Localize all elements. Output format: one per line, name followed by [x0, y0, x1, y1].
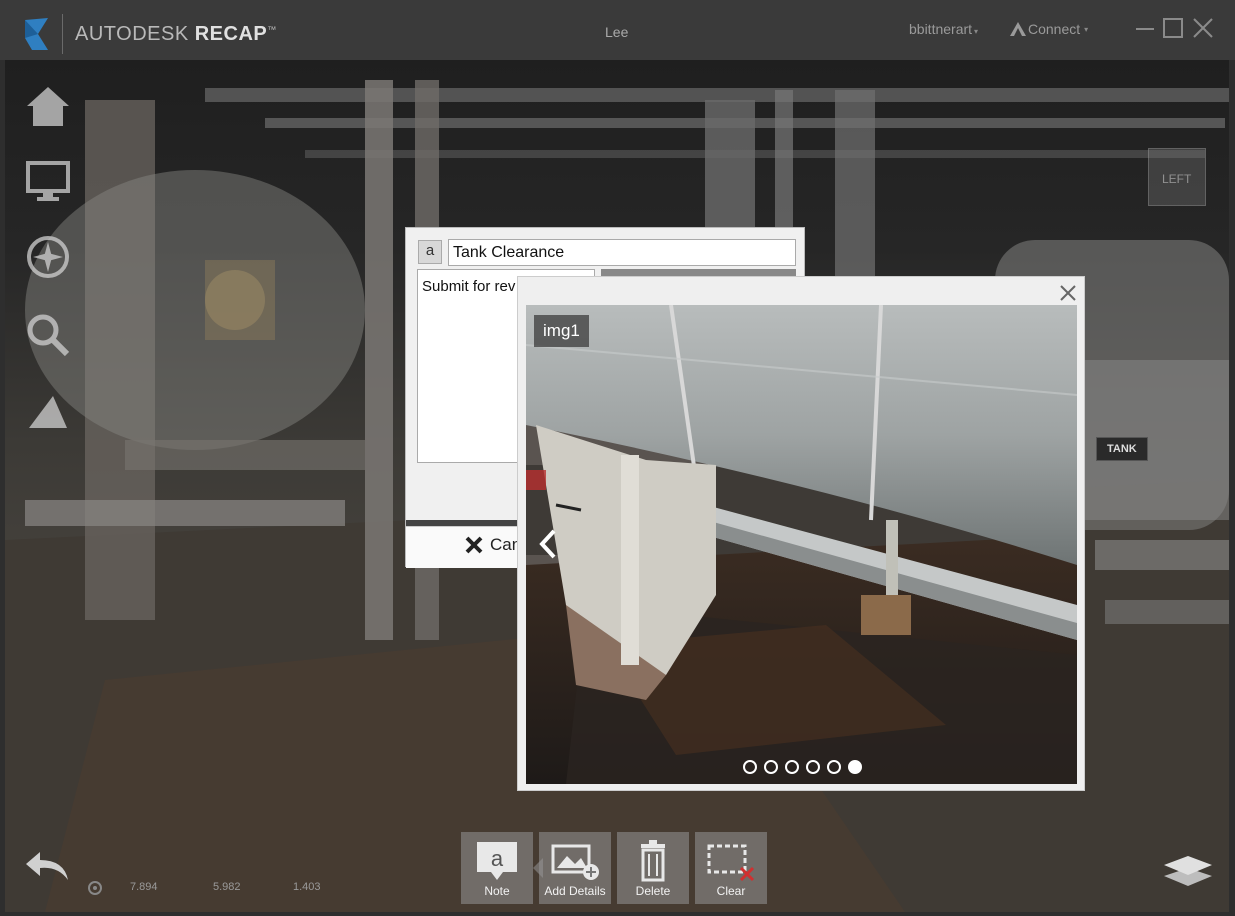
scene-tag-label[interactable]: TANK	[1096, 437, 1148, 461]
image-pager-dots	[743, 760, 862, 774]
user-menu[interactable]: bbittnerart ▾	[909, 21, 978, 37]
brand-tm: ™	[267, 23, 277, 34]
pager-dot[interactable]	[827, 760, 841, 774]
view-cube[interactable]: LEFT	[1148, 148, 1206, 206]
search-icon[interactable]	[23, 310, 73, 360]
pager-dot[interactable]	[785, 760, 799, 774]
display-icon[interactable]	[23, 157, 73, 207]
close-window-button[interactable]	[1191, 16, 1215, 40]
brand-name: AUTODESK RECAP™	[75, 23, 277, 46]
note-icon: a	[477, 842, 517, 880]
cancel-button[interactable]: Can	[464, 535, 521, 555]
photo-image	[526, 305, 1077, 784]
project-name: Lee	[605, 24, 629, 40]
measure-icon[interactable]	[23, 388, 73, 438]
undo-icon[interactable]	[22, 848, 72, 884]
pager-dot[interactable]	[764, 760, 778, 774]
title-bar: AUTODESK RECAP™ Lee bbittnerart ▾ Connect…	[0, 0, 1235, 60]
user-name: bbittnerart	[909, 21, 973, 37]
home-icon[interactable]	[23, 82, 73, 132]
logo-divider	[62, 14, 63, 54]
clear-label: Clear	[716, 884, 746, 898]
coordinate-x: 7.894	[130, 881, 158, 893]
close-icon	[465, 536, 483, 554]
trash-icon	[641, 840, 665, 882]
app-logo: AUTODESK RECAP™	[22, 14, 277, 54]
connect-menu[interactable]: Connect ▾	[1010, 21, 1088, 37]
note-label: Note	[484, 884, 510, 898]
view-cube-face: LEFT	[1162, 172, 1192, 186]
brand-bold: RECAP	[194, 22, 268, 45]
autodesk-a-icon	[1010, 22, 1026, 36]
layers-icon[interactable]	[1160, 848, 1216, 888]
navigate-icon[interactable]	[23, 232, 73, 282]
previous-image-arrow[interactable]	[536, 527, 560, 561]
close-icon[interactable]	[1058, 283, 1078, 303]
svg-text:a: a	[491, 846, 504, 871]
chevron-down-icon: ▾	[1084, 24, 1089, 34]
maximize-button[interactable]	[1161, 16, 1185, 40]
chevron-down-icon: ▾	[974, 27, 979, 36]
brand-light: AUTODESK	[75, 22, 189, 45]
connect-label: Connect	[1028, 21, 1081, 37]
note-pointer	[533, 858, 543, 878]
note-title-input[interactable]	[448, 239, 796, 266]
minimize-button[interactable]	[1133, 16, 1157, 40]
note-button[interactable]: a Note	[461, 832, 533, 904]
annotation-toolbar: a Note Add Details Delete Clear	[461, 832, 767, 904]
add-image-icon	[551, 844, 599, 880]
coordinate-y: 5.982	[213, 881, 241, 893]
pager-dot[interactable]	[806, 760, 820, 774]
clear-selection-icon	[707, 844, 755, 882]
add-details-button[interactable]: Add Details	[539, 832, 611, 904]
note-icon: a	[418, 240, 442, 264]
image-caption: img1	[534, 315, 589, 347]
attached-photo: img1	[526, 305, 1077, 784]
crosshair-icon	[88, 881, 102, 895]
clear-button[interactable]: Clear	[695, 832, 767, 904]
delete-button[interactable]: Delete	[617, 832, 689, 904]
delete-label: Delete	[635, 884, 671, 898]
add-details-label: Add Details	[544, 884, 606, 898]
recap-logo-icon	[25, 18, 48, 50]
coordinate-z: 1.403	[293, 881, 321, 893]
pager-dot[interactable]	[743, 760, 757, 774]
image-viewer-dialog: img1	[517, 276, 1085, 791]
pager-dot[interactable]	[848, 760, 862, 774]
